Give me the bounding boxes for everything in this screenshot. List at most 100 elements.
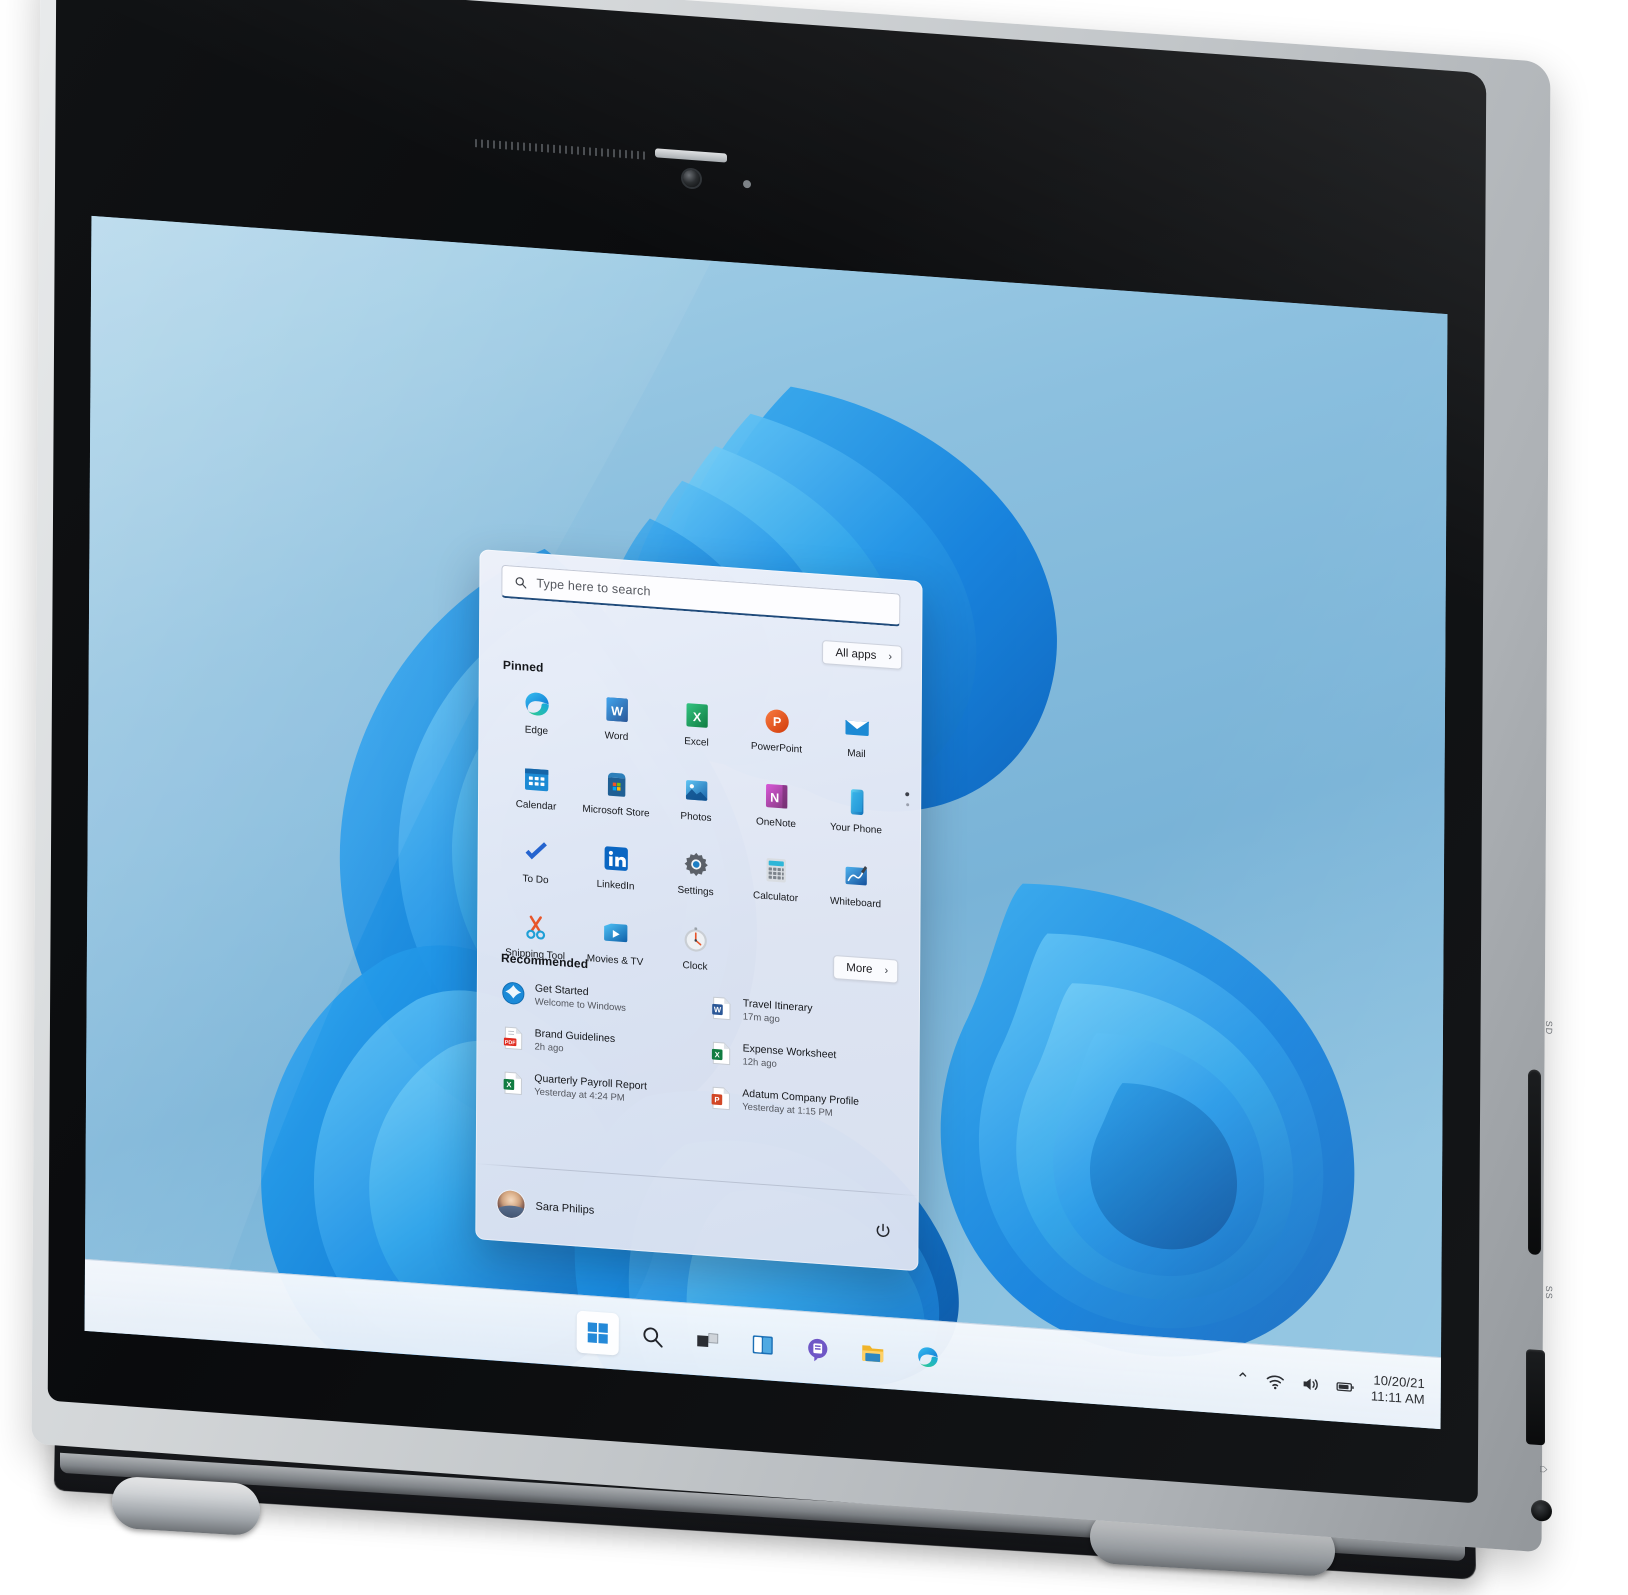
recommended-item[interactable]: W Travel Itinerary 17m ago xyxy=(703,990,905,1040)
edge-icon xyxy=(918,1346,938,1367)
search-button[interactable] xyxy=(632,1314,674,1359)
sd-card-slot xyxy=(1528,1069,1541,1256)
search-icon xyxy=(515,576,527,588)
pagination-dot-active[interactable] xyxy=(905,792,910,797)
widgets-icon xyxy=(752,1334,773,1355)
screenshot-root: Type here to search All apps › Pinned Ed… xyxy=(0,0,1628,1595)
pinned-app-label: Your Phone xyxy=(830,821,882,836)
system-tray: ⌃ 10/20/21 11:11 AM xyxy=(1236,1362,1425,1409)
pinned-app-label: Whiteboard xyxy=(829,895,882,911)
pinned-section-title: Pinned xyxy=(502,657,544,675)
more-button[interactable]: More › xyxy=(833,954,899,984)
chat-button[interactable] xyxy=(797,1326,839,1371)
pinned-app-label: Calendar xyxy=(515,798,557,813)
pinned-app-clock[interactable]: Clock xyxy=(655,916,735,980)
powerpoint-doc-icon: P xyxy=(711,1086,730,1111)
laptop-device: Type here to search All apps › Pinned Ed… xyxy=(0,0,1628,1595)
start-menu[interactable]: Type here to search All apps › Pinned Ed… xyxy=(475,549,923,1272)
recommended-item[interactable]: Get Started Welcome to Windows xyxy=(495,974,697,1024)
chat-icon xyxy=(808,1338,828,1361)
mail-icon xyxy=(844,719,869,736)
pdf-doc-icon: PDF xyxy=(503,1026,523,1050)
svg-text:X: X xyxy=(692,710,701,725)
pinned-app-label: OneNote xyxy=(755,815,797,830)
recommended-item[interactable]: X Quarterly Payroll Report Yesterday at … xyxy=(494,1064,696,1114)
side-port-rail: SD SS ⌂ xyxy=(1500,57,1578,1522)
excel-icon: X xyxy=(685,703,708,728)
pinned-app-linkedin[interactable]: LinkedIn xyxy=(575,835,655,899)
headphone-label: ⌂ xyxy=(1537,1464,1552,1475)
word-icon: W xyxy=(605,697,628,722)
task-view-button[interactable] xyxy=(687,1318,729,1363)
calendar-icon xyxy=(524,767,548,791)
svg-text:PDF: PDF xyxy=(505,1040,516,1047)
sd-card-label: SD xyxy=(1544,1020,1554,1036)
pinned-app-microsoft-store[interactable]: Microsoft Store xyxy=(576,761,656,825)
pagination-dot[interactable] xyxy=(905,803,909,807)
hinge-left xyxy=(112,1475,260,1537)
recommended-item-text: Get Started Welcome to Windows xyxy=(535,982,626,1014)
pinned-app-label: Clock xyxy=(682,959,708,973)
widgets-button[interactable] xyxy=(742,1322,784,1367)
pinned-app-excel[interactable]: X Excel xyxy=(656,692,736,756)
pinned-app-label: Calculator xyxy=(752,890,799,905)
svg-text:X: X xyxy=(715,1050,721,1059)
pinned-app-settings[interactable]: Settings xyxy=(655,841,735,905)
file-explorer-button[interactable] xyxy=(852,1330,894,1375)
word-doc-icon: W xyxy=(712,996,731,1021)
wifi-icon[interactable] xyxy=(1266,1371,1285,1391)
microsoft-store-icon xyxy=(607,772,625,797)
recommended-item-text: Travel Itinerary 17m ago xyxy=(743,997,813,1027)
pinned-app-label: Word xyxy=(604,730,629,743)
taskbar-time: 11:11 AM xyxy=(1370,1388,1425,1408)
recommended-item-text: Quarterly Payroll Report Yesterday at 4:… xyxy=(534,1072,647,1105)
power-button[interactable] xyxy=(873,1221,892,1241)
svg-text:P: P xyxy=(714,1095,719,1104)
user-account-button[interactable]: Sara Philips xyxy=(497,1189,594,1224)
recommended-item[interactable]: X Expense Worksheet 12h ago xyxy=(702,1035,904,1085)
pinned-app-powerpoint[interactable]: P PowerPoint xyxy=(736,698,816,762)
edge-button[interactable] xyxy=(907,1334,949,1379)
battery-icon[interactable] xyxy=(1336,1377,1355,1397)
photos-icon xyxy=(685,779,707,801)
pinned-app-mail[interactable]: Mail xyxy=(816,704,896,768)
pinned-app-label: Movies & TV xyxy=(586,952,644,968)
pinned-app-calculator[interactable]: Calculator xyxy=(735,847,815,911)
calculator-icon xyxy=(765,858,786,883)
speaker-icon[interactable] xyxy=(1301,1374,1320,1394)
all-apps-button[interactable]: All apps › xyxy=(822,640,903,670)
windows-logo-icon xyxy=(587,1321,608,1344)
pinned-app-onenote[interactable]: N OneNote xyxy=(736,772,816,836)
pinned-app-word[interactable]: W Word xyxy=(576,686,656,750)
search-placeholder: Type here to search xyxy=(536,576,651,599)
recommended-item-text: Expense Worksheet 12h ago xyxy=(742,1042,836,1074)
clock-date-display[interactable]: 10/20/21 11:11 AM xyxy=(1371,1372,1425,1410)
pinned-app-to-do[interactable]: To Do xyxy=(495,829,575,893)
pinned-app-your-phone[interactable]: Your Phone xyxy=(816,778,896,842)
pinned-pagination[interactable] xyxy=(905,792,910,807)
display-screen: Type here to search All apps › Pinned Ed… xyxy=(84,215,1448,1430)
ir-sensor-icon xyxy=(743,179,751,189)
search-icon xyxy=(643,1327,663,1348)
pinned-app-calendar[interactable]: Calendar xyxy=(496,755,576,819)
pinned-app-whiteboard[interactable]: Whiteboard xyxy=(815,853,895,917)
pinned-app-edge[interactable]: Edge xyxy=(496,680,576,744)
show-hidden-icons-button[interactable]: ⌃ xyxy=(1236,1369,1250,1389)
pinned-app-label: LinkedIn xyxy=(596,878,635,893)
usb-c-label: SS xyxy=(1544,1285,1554,1301)
edge-icon xyxy=(525,692,549,716)
recommended-item[interactable]: P Adatum Company Profile Yesterday at 1:… xyxy=(702,1080,904,1130)
settings-icon xyxy=(684,852,708,877)
start-button[interactable] xyxy=(576,1310,619,1356)
svg-text:X: X xyxy=(506,1080,512,1089)
excel-doc-icon: X xyxy=(711,1041,731,1066)
svg-text:W: W xyxy=(714,1005,722,1015)
pinned-app-photos[interactable]: Photos xyxy=(656,767,736,831)
headphone-jack xyxy=(1531,1499,1552,1522)
pinned-app-label: Photos xyxy=(680,810,712,824)
usb-c-port xyxy=(1526,1349,1545,1446)
movies-tv-icon xyxy=(603,923,627,942)
onenote-icon: N xyxy=(765,783,787,809)
recommended-item[interactable]: PDF Brand Guidelines 2h ago xyxy=(494,1019,696,1069)
pinned-app-label: To Do xyxy=(522,873,549,887)
